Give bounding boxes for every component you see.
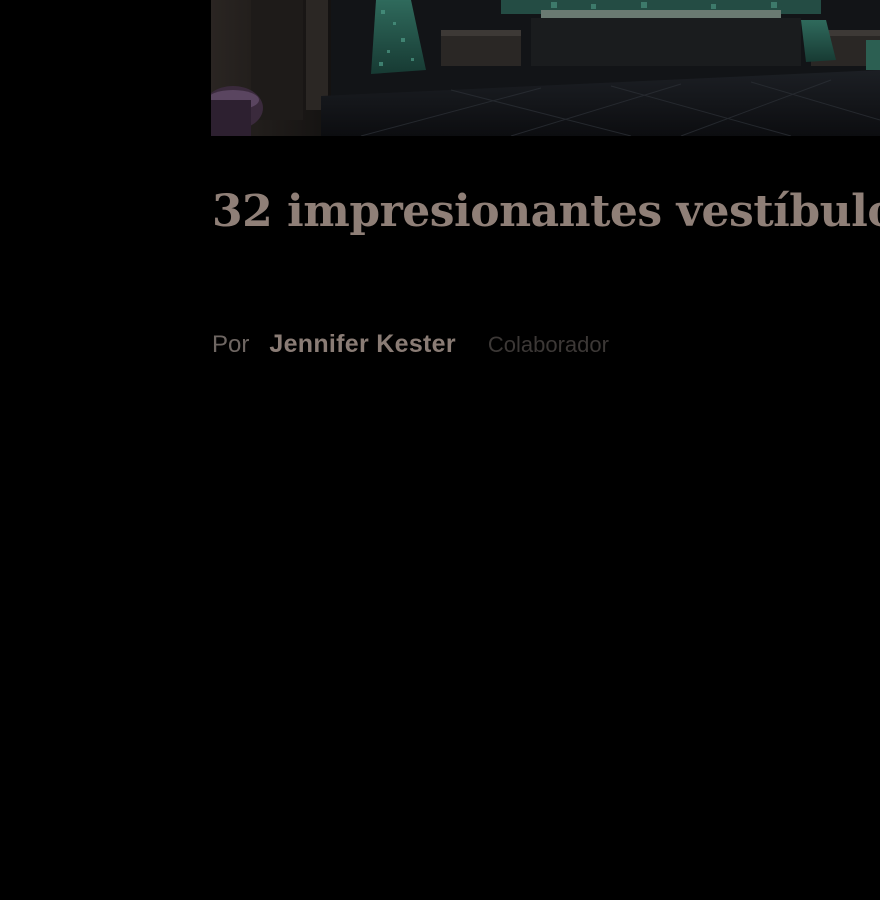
hero-image [211,0,880,136]
author-link[interactable]: Jennifer Kester [269,330,456,359]
article-title: 32 impresionantes vestíbulos [212,186,880,237]
byline-prefix: Por [212,331,250,358]
article-page: 32 impresionantes vestíbulos Por Jennife… [0,0,880,900]
lobby-photo [211,0,880,136]
byline: Por Jennifer Kester Colaborador [212,330,609,362]
author-role: Colaborador [487,332,609,357]
